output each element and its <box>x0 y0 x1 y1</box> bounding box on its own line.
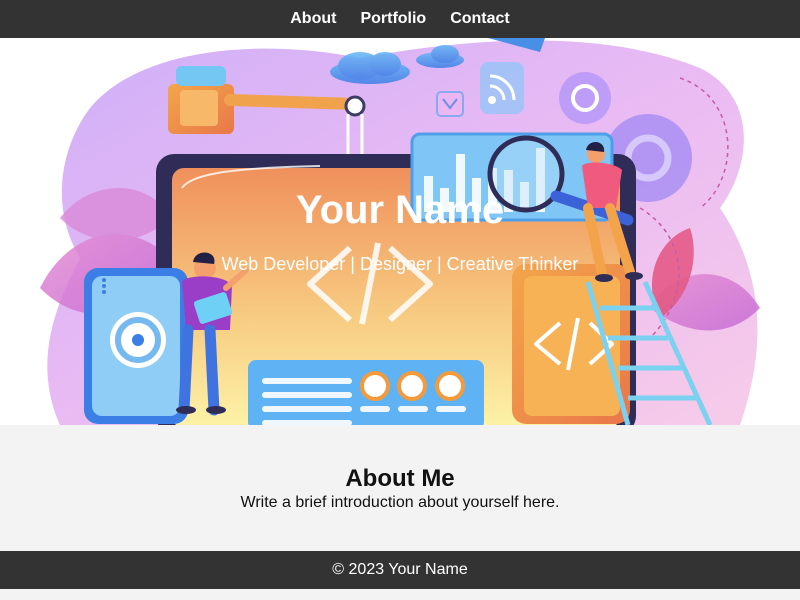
footer: © 2023 Your Name <box>0 551 800 589</box>
hero-section: Your Name Web Developer | Designer | Cre… <box>0 38 800 425</box>
nav-link-about[interactable]: About <box>290 0 336 38</box>
hero-subtitle: Web Developer | Designer | Creative Thin… <box>221 254 579 274</box>
top-nav: About Portfolio Contact <box>0 0 800 38</box>
page-bottom-margin <box>0 589 800 600</box>
about-text: Write a brief introduction about yoursel… <box>240 494 560 511</box>
hero-title: Your Name <box>295 188 505 232</box>
nav-link-contact[interactable]: Contact <box>450 0 510 38</box>
footer-copyright: © 2023 Your Name <box>332 561 468 578</box>
about-section: About Me Write a brief introduction abou… <box>0 425 800 551</box>
nav-link-portfolio[interactable]: Portfolio <box>360 0 426 38</box>
about-heading: About Me <box>345 465 455 492</box>
